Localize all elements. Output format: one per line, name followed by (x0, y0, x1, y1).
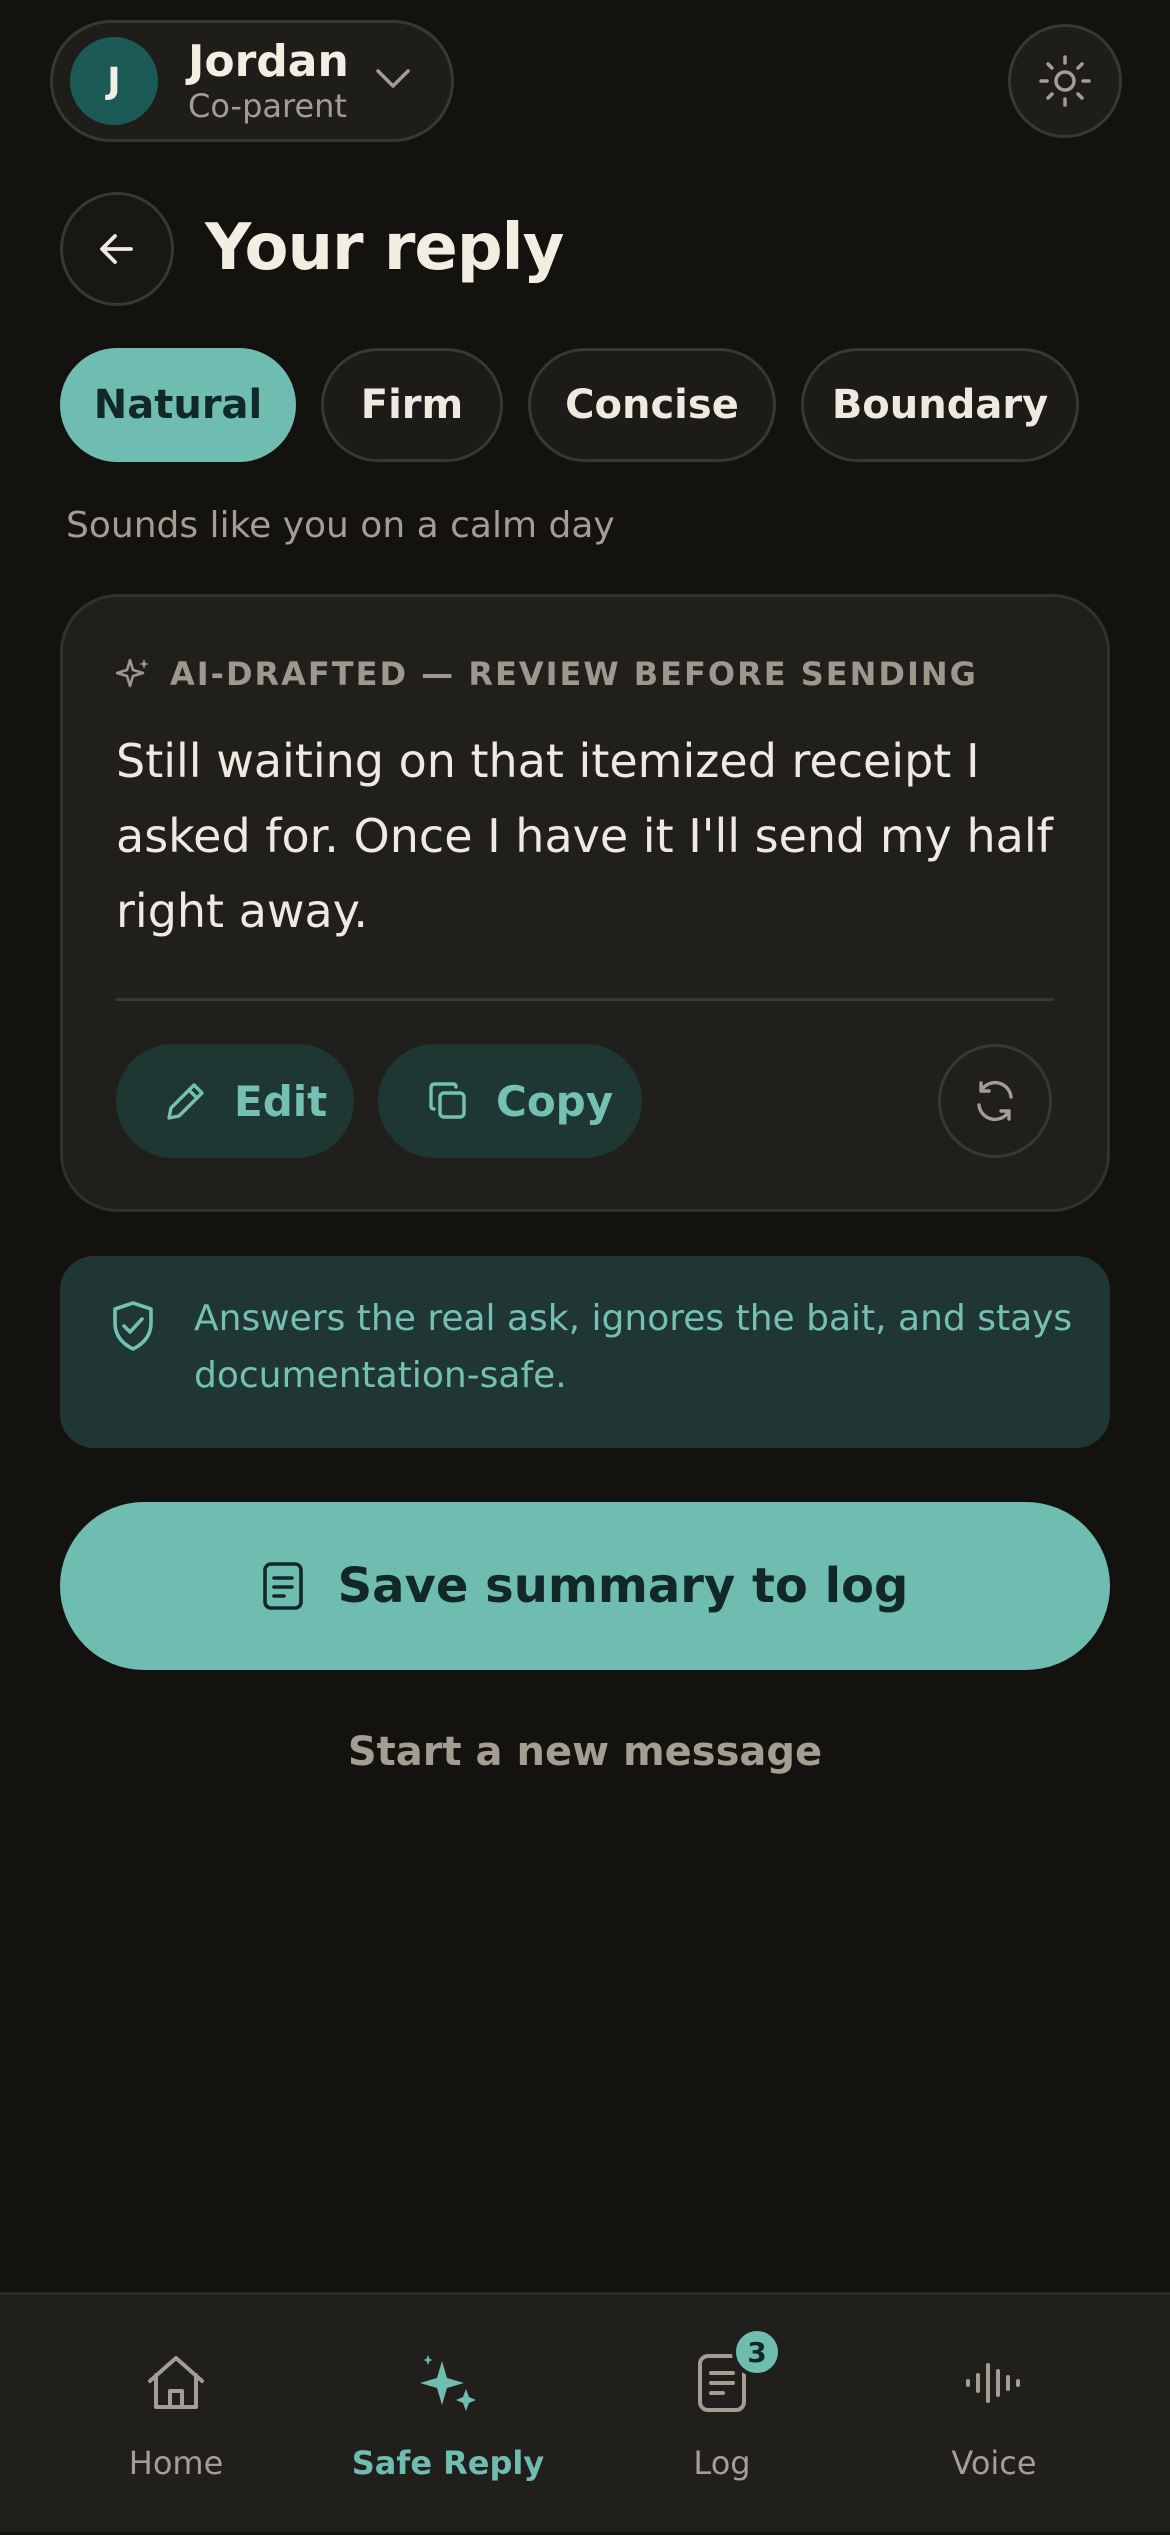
profile-switcher[interactable]: J Jordan Co-parent (50, 20, 454, 142)
nav-label-voice: Voice (951, 2444, 1037, 2482)
safety-note: Answers the real ask, ignores the bait, … (60, 1256, 1110, 1448)
waveform-icon (966, 2363, 1020, 2403)
nav-item-voice[interactable]: Voice (854, 2295, 1134, 2535)
theme-toggle-button[interactable] (1008, 24, 1122, 138)
document-icon (262, 1562, 303, 1610)
sun-icon (1039, 55, 1091, 107)
draft-text: Still waiting on that itemized receipt I… (116, 734, 1053, 938)
draft-label-text: AI-DRAFTED — REVIEW BEFORE SENDING (170, 655, 978, 693)
nav-label-safe-reply: Safe Reply (351, 2444, 545, 2482)
chevron-down-icon (376, 69, 410, 88)
regenerate-button[interactable] (938, 1044, 1052, 1158)
shield-check-icon (113, 1301, 153, 1351)
home-icon (148, 2356, 204, 2409)
tone-chip-boundary[interactable]: Boundary (801, 348, 1079, 462)
copy-icon (429, 1082, 466, 1119)
save-summary-label: Save summary to log (337, 1558, 909, 1614)
edit-button[interactable]: Edit (116, 1044, 354, 1158)
avatar: J (70, 37, 158, 125)
bottom-nav: Home Safe Reply 3 Log Voice (0, 2292, 1170, 2532)
copy-label: Copy (496, 1076, 614, 1126)
safety-note-text: Answers the real ask, ignores the bait, … (194, 1298, 1073, 1396)
tone-chip-firm[interactable]: Firm (321, 348, 503, 462)
sparkle-icon (116, 658, 149, 688)
log-count-badge: 3 (732, 2327, 782, 2377)
edit-label: Edit (234, 1076, 328, 1126)
refresh-icon (977, 1080, 1013, 1122)
arrow-left-icon (100, 234, 133, 264)
nav-label-log: Log (693, 2444, 751, 2482)
divider (116, 998, 1054, 1001)
save-summary-button[interactable]: Save summary to log (60, 1502, 1110, 1670)
profile-role: Co-parent (188, 87, 347, 125)
nav-item-home[interactable]: Home (36, 2295, 316, 2535)
new-message-link[interactable]: Start a new message (0, 1724, 1170, 1780)
copy-button[interactable]: Copy (378, 1044, 642, 1158)
tone-chip-concise[interactable]: Concise (528, 348, 776, 462)
nav-item-log[interactable]: 3 Log (582, 2295, 862, 2535)
nav-item-safe-reply[interactable]: Safe Reply (308, 2295, 588, 2535)
page-title: Your reply (205, 211, 564, 285)
draft-label: AI-DRAFTED — REVIEW BEFORE SENDING (116, 652, 978, 696)
tone-chip-natural[interactable]: Natural (60, 348, 296, 462)
back-button[interactable] (60, 192, 174, 306)
sparkle-icon (420, 2355, 476, 2411)
tone-description: Sounds like you on a calm day (66, 505, 615, 546)
pencil-icon (167, 1083, 204, 1120)
nav-label-home: Home (128, 2444, 224, 2482)
profile-name: Jordan (188, 36, 349, 87)
